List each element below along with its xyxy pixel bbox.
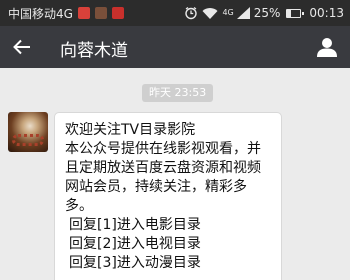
prayer-beads-image (12, 134, 44, 146)
profile-icon[interactable] (316, 36, 338, 58)
signal-icon (236, 7, 250, 19)
chat-area[interactable]: 昨天 23:53 欢迎关注TV目录影院 本公众号提供在线影视观看，并且定期放送百… (0, 68, 350, 280)
reply-menu: 回复[1]进入电影目录 回复[2]进入电视目录 回复[3]进入动漫目录 (65, 216, 271, 273)
status-icons: 4G 25% 00:13 (184, 0, 344, 26)
notification-app-icon (111, 7, 124, 19)
chat-title: 向蓉木道 (60, 41, 128, 61)
battery-icon (286, 8, 305, 18)
message-timestamp: 昨天 23:53 (142, 84, 214, 102)
clock: 00:13 (309, 6, 344, 20)
notification-app-icon (77, 7, 90, 19)
menu-item-anime: 回复[3]进入动漫目录 (69, 255, 201, 271)
chat-header: 向蓉木道 (0, 26, 350, 68)
message-bubble[interactable]: 欢迎关注TV目录影院 本公众号提供在线影视观看，并且定期放送百度云盘资源和视频网… (54, 112, 282, 280)
wifi-icon (202, 7, 218, 19)
status-bar: 中国移动4G 4G 25% 00:13 (0, 0, 350, 26)
back-arrow-icon[interactable] (12, 37, 32, 57)
carrier-label: 中国移动4G (8, 6, 73, 21)
message-intro-text: 欢迎关注TV目录影院 本公众号提供在线影视观看，并且定期放送百度云盘资源和视频网… (65, 122, 261, 214)
menu-item-tv: 回复[2]进入电视目录 (69, 236, 201, 252)
network-type-label: 4G (222, 8, 234, 17)
notification-app-icon (94, 7, 107, 19)
sender-avatar[interactable] (8, 112, 48, 152)
alarm-icon (185, 6, 198, 20)
menu-item-movies: 回复[1]进入电影目录 (69, 217, 201, 233)
battery-percent: 25% (253, 6, 281, 20)
